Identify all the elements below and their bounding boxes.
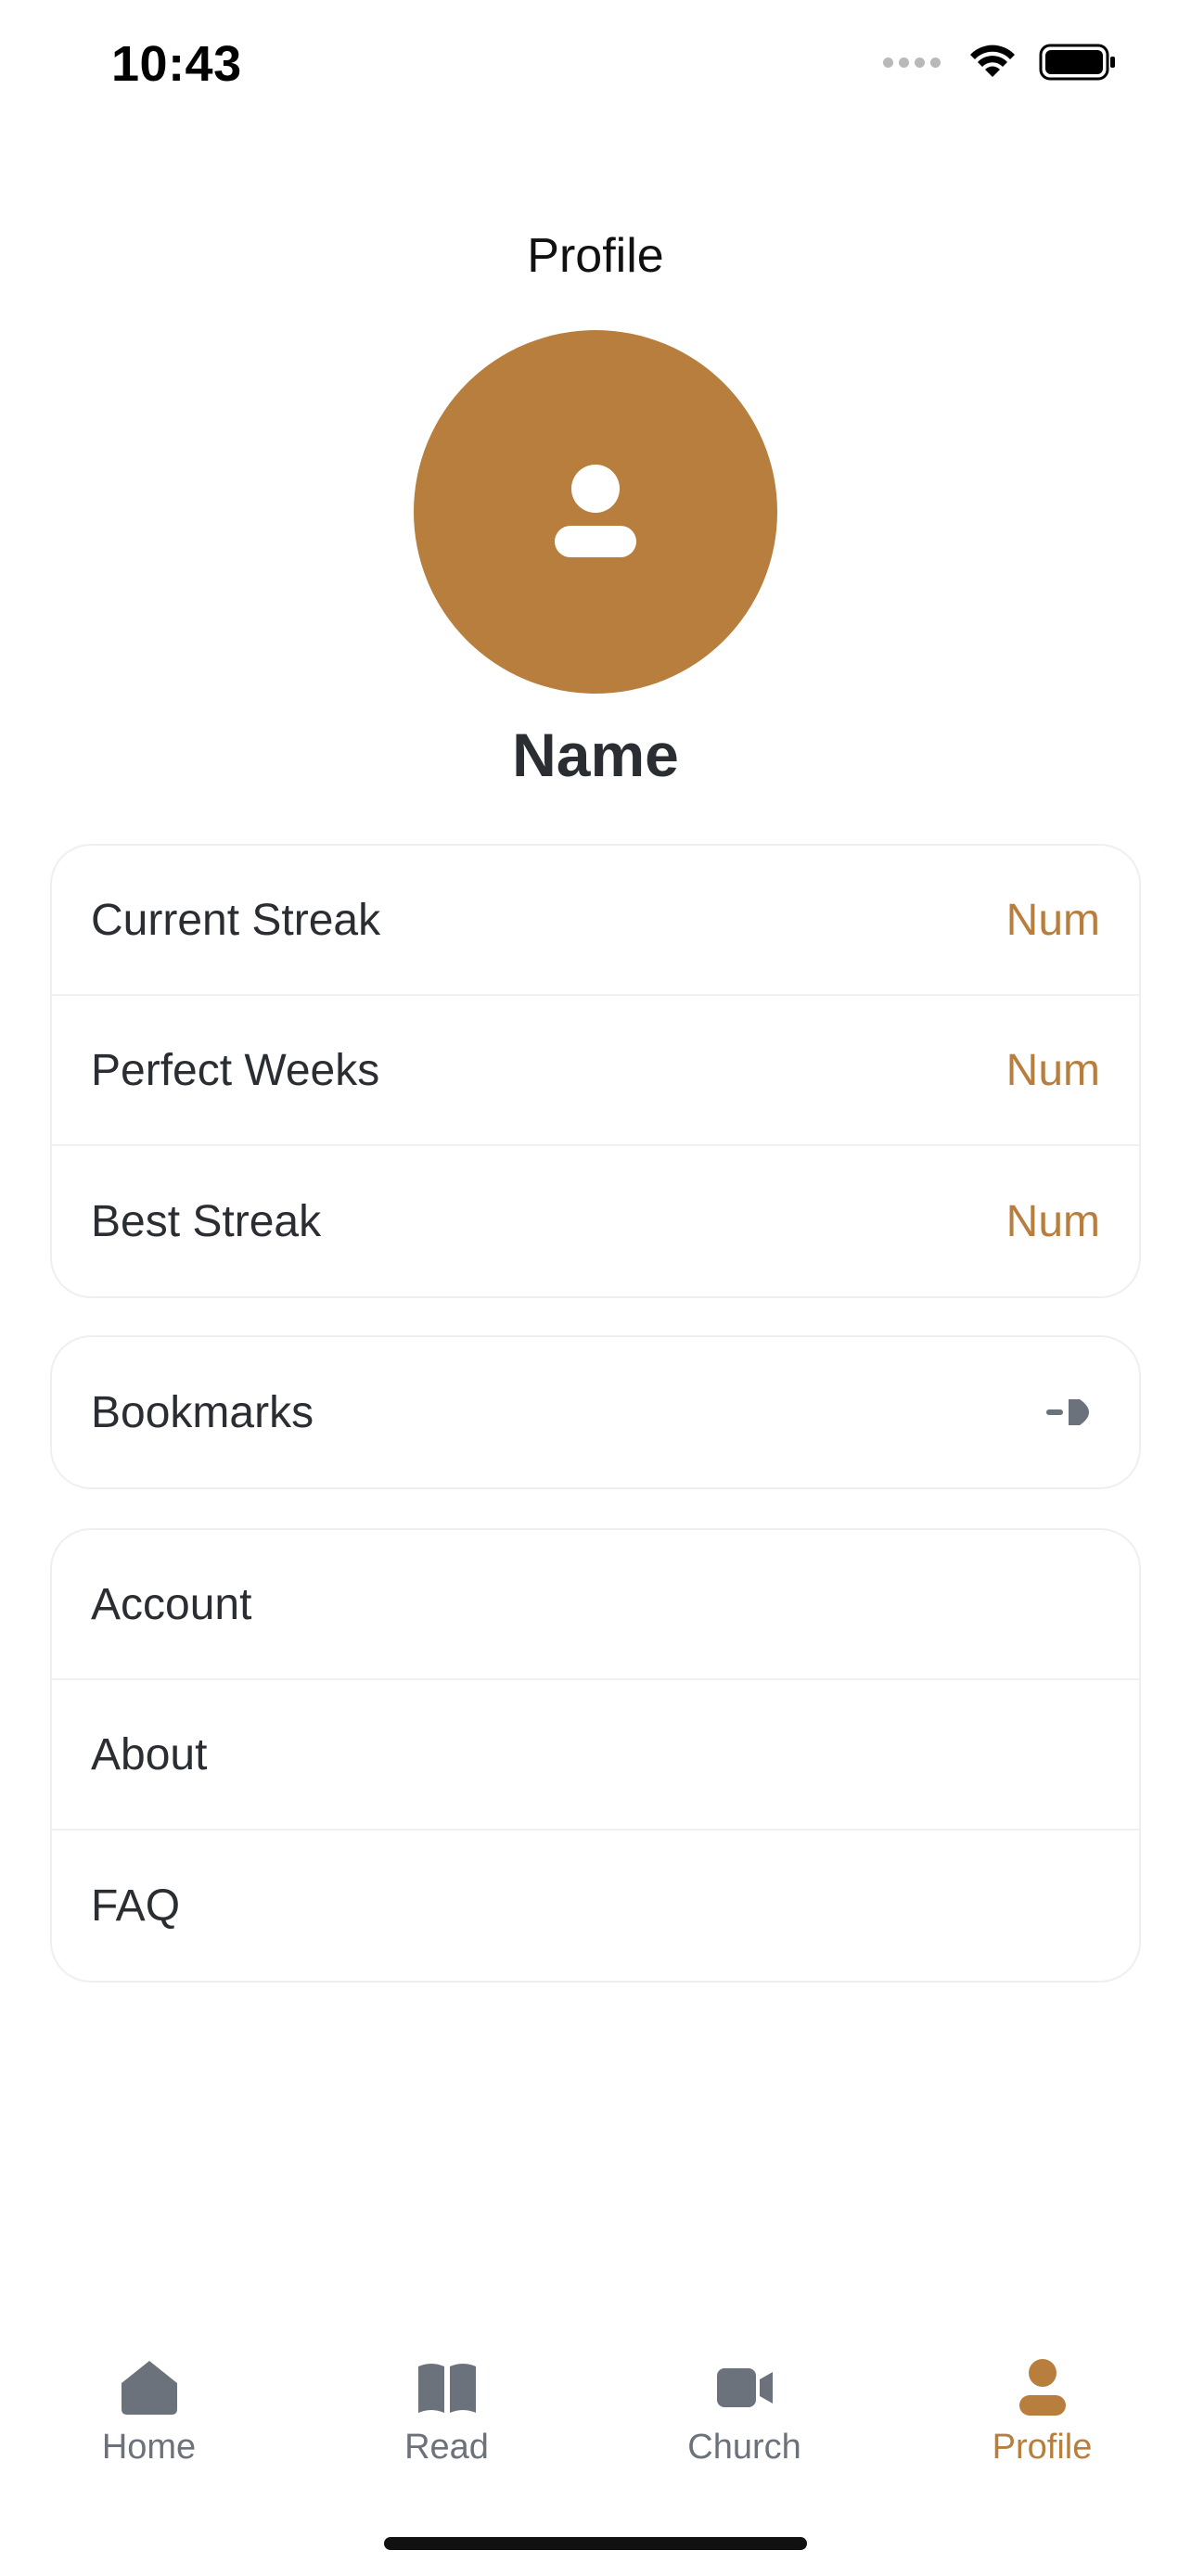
tab-bar: Home Read Church Profile [0,2337,1191,2485]
home-icon [121,2361,177,2415]
menu-card: Account About FAQ [50,1528,1141,1983]
stat-value: Num [1005,895,1100,945]
video-camera-icon [716,2368,773,2407]
stat-label: Perfect Weeks [91,1045,380,1095]
tab-read[interactable]: Read [298,2337,596,2485]
stat-row-best-streak: Best Streak Num [52,1146,1139,1296]
menu-item-account[interactable]: Account [52,1530,1139,1680]
stat-row-current-streak: Current Streak Num [52,846,1139,996]
status-bar: 10:43 [0,0,1191,139]
stats-card: Current Streak Num Perfect Weeks Num Bes… [50,844,1141,1298]
person-icon [1018,2359,1066,2416]
bookmarks-row[interactable]: Bookmarks [52,1337,1139,1487]
wifi-icon [970,45,1015,77]
status-icons [883,43,1117,82]
home-indicator[interactable] [384,2537,807,2550]
battery-icon [1039,44,1115,81]
person-icon [555,465,636,557]
stat-label: Current Streak [91,895,381,945]
stat-value: Num [1005,1045,1100,1095]
menu-item-faq[interactable]: FAQ [52,1830,1139,1981]
bookmarks-card[interactable]: Bookmarks [50,1335,1141,1489]
status-time: 10:43 [111,36,242,92]
avatar[interactable] [414,330,777,694]
page-title: Profile [527,229,664,283]
tab-label: Church [687,2428,801,2467]
tab-label: Home [101,2428,197,2467]
tab-home[interactable]: Home [0,2337,298,2485]
menu-item-label: Account [91,1579,252,1629]
stat-label: Best Streak [91,1196,322,1246]
tab-church[interactable]: Church [596,2337,893,2485]
stat-row-perfect-weeks: Perfect Weeks Num [52,996,1139,1146]
tab-label: Profile [992,2428,1093,2467]
menu-item-label: FAQ [91,1881,181,1931]
profile-name: Name [512,721,679,789]
bookmark-arrow-icon [1046,1399,1089,1425]
book-icon [417,2364,476,2413]
cellular-signal-icon [883,57,941,68]
menu-item-about[interactable]: About [52,1680,1139,1830]
bookmarks-label: Bookmarks [91,1387,314,1437]
tab-label: Read [404,2428,489,2467]
menu-item-label: About [91,1729,208,1779]
stat-value: Num [1005,1196,1100,1246]
tab-profile[interactable]: Profile [893,2337,1191,2485]
